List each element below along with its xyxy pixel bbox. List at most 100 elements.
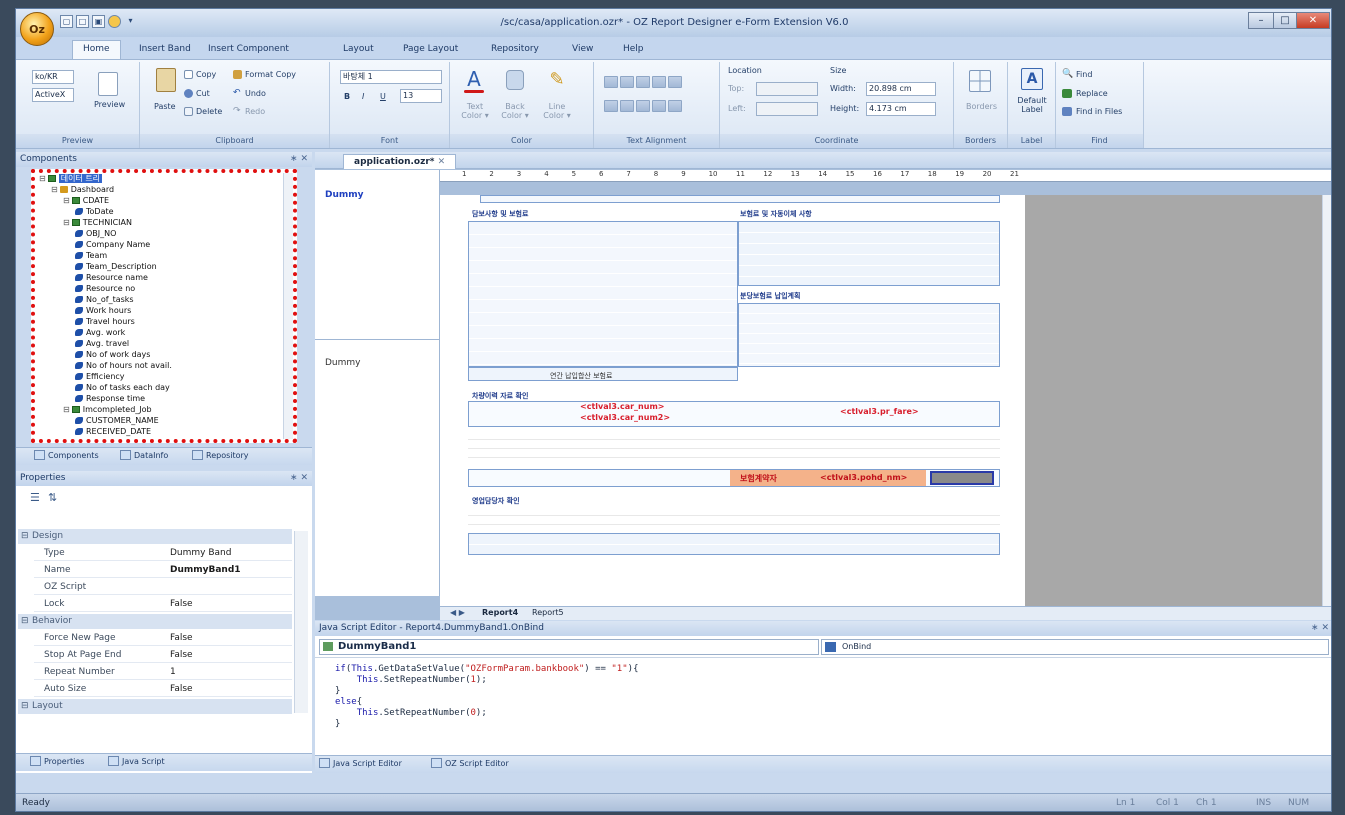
height-input[interactable]: 4.173 cm — [866, 102, 936, 116]
align-left-icon[interactable] — [604, 76, 618, 88]
cut-icon[interactable] — [184, 89, 193, 98]
tree-node[interactable]: ⊟ Dashboard — [51, 184, 114, 195]
tab-home[interactable]: Home — [72, 40, 121, 59]
tree-node[interactable]: Travel hours — [75, 316, 135, 327]
property-category[interactable]: Behavior — [18, 614, 292, 629]
insurance-table[interactable] — [468, 221, 738, 367]
width-input[interactable]: 20.898 cm — [866, 82, 936, 96]
selected-box[interactable] — [930, 471, 994, 485]
application-menu-button[interactable]: Oz — [20, 12, 54, 46]
property-row[interactable]: Auto Size False — [34, 682, 292, 697]
property-row[interactable]: Lock False — [34, 597, 292, 612]
tree-node[interactable]: Response time — [75, 393, 145, 404]
find-in-files-icon[interactable] — [1062, 107, 1072, 116]
tree-node[interactable]: ⊟ Imcompleted_Job — [63, 404, 152, 415]
default-label-icon[interactable]: A — [1021, 68, 1043, 90]
tab-java-script-editor[interactable]: Java Script Editor — [319, 758, 402, 768]
property-value[interactable]: False — [170, 682, 193, 696]
data-tree[interactable]: ⊟ 데이터 트리 ⊟ Dashboard ⊟ CDATE ToDate ⊟ TECHNICIAN… — [31, 169, 297, 443]
minimize-button[interactable]: – — [1248, 12, 1274, 29]
left-input[interactable] — [756, 102, 818, 116]
copy-icon[interactable] — [184, 70, 193, 79]
premium-table[interactable] — [738, 221, 1000, 286]
report-page[interactable]: 담보사항 및 보험료 보험료 및 자동이체 사항 분당보험료 납입계획 연간 납입합산… — [440, 195, 1025, 606]
document-tab[interactable]: application.ozr* ✕ — [343, 154, 457, 169]
property-row[interactable]: Type Dummy Band — [34, 546, 292, 561]
vehicle-history-row[interactable] — [468, 401, 1000, 427]
line-color-icon[interactable]: ✎ — [548, 70, 566, 90]
tree-node[interactable]: CUSTOMER_NAME — [75, 415, 159, 426]
top-input[interactable] — [756, 82, 818, 96]
font-size-select[interactable]: 13 — [400, 89, 442, 103]
properties-scrollbar[interactable] — [294, 531, 308, 713]
close-icon[interactable]: ∗ ✕ — [1311, 621, 1329, 636]
copy-button[interactable]: Copy — [196, 70, 216, 79]
tab-insert-band[interactable]: Insert Band — [139, 42, 191, 57]
tab-oz-script-editor[interactable]: OZ Script Editor — [431, 758, 509, 768]
delete-button[interactable]: Delete — [196, 107, 222, 116]
tree-scrollbar[interactable] — [283, 173, 293, 439]
property-value[interactable]: False — [170, 648, 193, 662]
maximize-button[interactable]: □ — [1273, 12, 1297, 29]
tree-node[interactable]: RECEIVED_DATE — [75, 426, 151, 437]
tree-node[interactable]: Resource no — [75, 283, 135, 294]
tree-node[interactable]: Team_Description — [75, 261, 157, 272]
paste-icon[interactable] — [156, 68, 176, 92]
expander-icon[interactable]: ⊟ — [39, 174, 46, 183]
align-center-icon[interactable] — [620, 76, 634, 88]
align-middle-icon[interactable] — [620, 100, 634, 112]
align-distribute-icon[interactable] — [668, 76, 682, 88]
borders-icon[interactable] — [969, 70, 991, 92]
agent-notice-text[interactable] — [468, 507, 1000, 531]
tab-properties[interactable]: Properties — [30, 756, 84, 766]
tree-node[interactable]: No of tasks each day — [75, 382, 170, 393]
font-name-select[interactable]: 바탕체 1 — [340, 70, 442, 84]
agent-table[interactable] — [468, 533, 1000, 555]
property-row[interactable]: OZ Script — [34, 580, 292, 595]
close-icon[interactable]: ∗ ✕ — [290, 471, 308, 486]
replace-icon[interactable] — [1062, 89, 1072, 98]
tree-node[interactable]: Work hours — [75, 305, 131, 316]
sort-icon[interactable]: ⇅ — [48, 491, 62, 505]
property-value[interactable]: False — [170, 631, 193, 645]
property-category[interactable]: Layout — [18, 699, 292, 714]
expander-icon[interactable]: ⊟ — [63, 218, 70, 227]
format-copy-icon[interactable] — [233, 70, 242, 79]
tree-node[interactable]: Team — [75, 250, 107, 261]
report-header-row[interactable] — [480, 195, 1000, 203]
format-copy-button[interactable]: Format Copy — [245, 70, 296, 79]
align-fill-icon[interactable] — [652, 100, 666, 112]
code-area[interactable]: if(This.GetDataSetValue("OZFormParam.ban… — [315, 657, 1331, 755]
tree-node[interactable]: Avg. work — [75, 327, 125, 338]
preview-icon[interactable] — [98, 72, 118, 96]
redo-icon[interactable]: ↷ — [233, 107, 242, 116]
tree-node[interactable]: No_of_tasks — [75, 294, 134, 305]
tab-help[interactable]: Help — [623, 42, 644, 57]
tree-node[interactable]: ⊟ 데이터 트리 — [39, 173, 103, 184]
default-label-button[interactable]: Default Label — [1014, 96, 1050, 114]
expander-icon[interactable]: ⊟ — [63, 196, 70, 205]
cut-button[interactable]: Cut — [196, 89, 210, 98]
back-color-button[interactable]: Back Color ▾ — [496, 102, 534, 120]
tab-report4[interactable]: Report4 — [482, 608, 518, 617]
tree-node[interactable]: ⊟ CDATE — [63, 195, 109, 206]
band-dummy-1[interactable]: Dummy — [315, 170, 440, 340]
close-icon[interactable]: ✕ — [438, 157, 446, 167]
text-color-button[interactable]: Text Color ▾ — [456, 102, 494, 120]
tree-node[interactable]: Company Name — [75, 239, 150, 250]
tree-node[interactable]: No of work days — [75, 349, 150, 360]
expander-icon[interactable]: ⊟ — [63, 405, 70, 414]
tab-report5[interactable]: Report5 — [532, 608, 564, 617]
preview-button-label[interactable]: Preview — [94, 100, 125, 109]
tab-repository-pane[interactable]: Repository — [192, 450, 249, 460]
property-value[interactable]: False — [170, 597, 193, 611]
property-value[interactable]: 1 — [170, 665, 176, 679]
mode-select[interactable]: ActiveX — [32, 88, 74, 102]
replace-button[interactable]: Replace — [1076, 89, 1108, 98]
close-button[interactable]: ✕ — [1296, 12, 1330, 29]
align-top-icon[interactable] — [604, 100, 618, 112]
tab-page-layout[interactable]: Page Layout — [403, 42, 458, 57]
back-color-icon[interactable] — [506, 70, 524, 90]
tree-node[interactable]: No of hours not avail. — [75, 360, 172, 371]
property-row[interactable]: Repeat Number 1 — [34, 665, 292, 680]
